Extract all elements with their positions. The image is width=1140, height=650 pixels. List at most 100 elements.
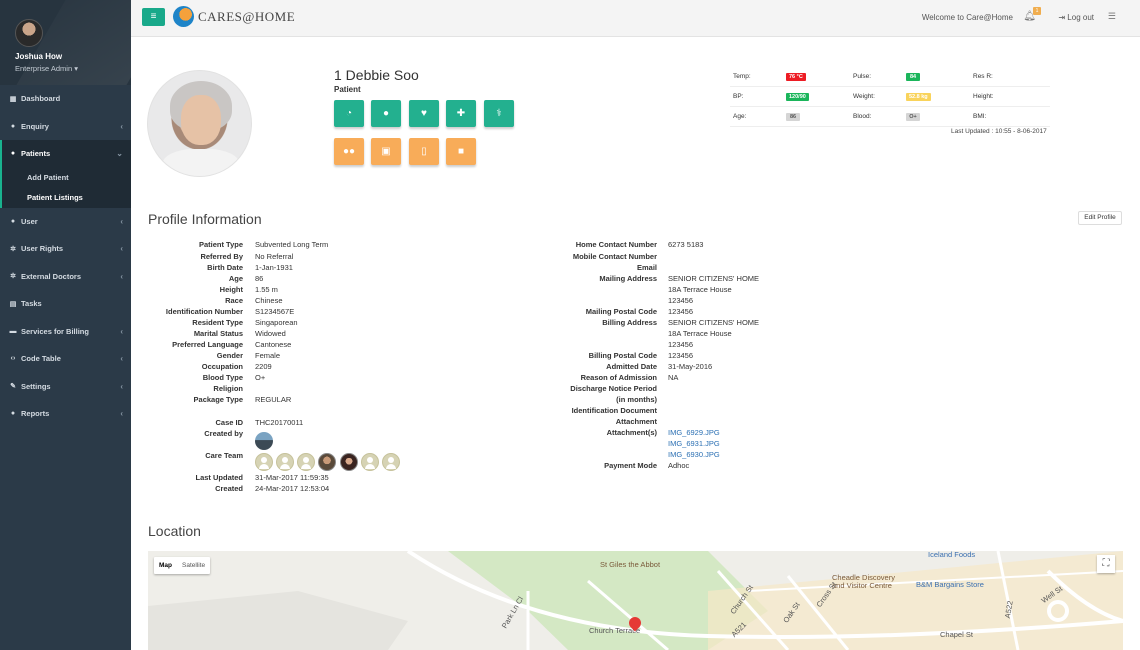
- edit-profile-button[interactable]: Edit Profile: [1078, 211, 1122, 225]
- chevron-left-icon: ‹: [120, 244, 123, 254]
- field-value: S1234567E: [255, 307, 295, 316]
- temp-label: Temp:: [733, 73, 751, 80]
- attachment-link[interactable]: IMG_6931.JPG: [668, 439, 720, 448]
- dashboard-icon: ▦: [9, 95, 17, 103]
- sidebar-subitem-add-patient[interactable]: Add Patient: [2, 168, 131, 188]
- field-value: Widowed: [255, 329, 286, 338]
- vitals-row: Temp: 76 °C Pulse: 84 Res R:: [730, 67, 1050, 87]
- field-value: Cantonese: [255, 340, 292, 349]
- settings-menu-icon[interactable]: ☰: [1108, 11, 1116, 22]
- age-badge: 86: [786, 112, 800, 121]
- field-label: Birth Date: [207, 263, 243, 272]
- sidebar-item-user[interactable]: ● User ‹: [0, 208, 131, 236]
- vitals-row: Age: 86 Blood: O+ BMI:: [730, 107, 1050, 127]
- enquiry-icon: ●: [10, 122, 16, 130]
- medical-kit-button[interactable]: ✚: [446, 100, 476, 127]
- field-label: Height: [219, 285, 243, 294]
- attachment-link[interactable]: IMG_6930.JPG: [668, 450, 720, 459]
- field-label: (in months): [616, 395, 657, 404]
- field-value: SENIOR CITIZENS' HOME: [668, 318, 760, 327]
- care-team-avatar[interactable]: [340, 453, 358, 471]
- field-label: Race: [225, 296, 243, 305]
- sidebar-item-patients[interactable]: ● Patients ⌄: [0, 140, 131, 168]
- avatar[interactable]: [15, 19, 43, 47]
- patients-icon: ●: [10, 150, 16, 158]
- pulse-label: Pulse:: [853, 73, 872, 80]
- heartbeat-icon: ♥: [421, 108, 427, 119]
- field-label: Billing Address: [602, 318, 657, 327]
- creator-avatar[interactable]: [255, 432, 273, 450]
- sidebar-item-enquiry[interactable]: ● Enquiry ‹: [0, 113, 131, 141]
- pulse-badge: 84: [906, 72, 920, 81]
- sidebar-item-code-table[interactable]: ‹› Code Table ‹: [0, 345, 131, 373]
- field-value: Chinese: [255, 296, 283, 305]
- fullscreen-icon[interactable]: ⛶: [1097, 555, 1115, 573]
- temp-badge: 76 °C: [786, 72, 806, 81]
- document-button[interactable]: ▯: [409, 138, 439, 165]
- chevron-left-icon: ‹: [120, 216, 123, 226]
- field-value: No Referral: [255, 252, 294, 261]
- care-team-avatar[interactable]: [255, 453, 273, 471]
- field-value: 123456: [668, 351, 694, 360]
- field-label: Gender: [216, 351, 243, 360]
- field-value: NA: [668, 373, 679, 382]
- field-value: 31-Mar-2017 11:59:35: [255, 473, 329, 482]
- welcome-text: Welcome to Care@Home: [921, 13, 1013, 22]
- chevron-left-icon: ‹: [120, 121, 123, 131]
- dashboard-button[interactable]: ◔: [334, 100, 364, 127]
- sidebar-item-tasks[interactable]: ▤ Tasks: [0, 290, 131, 318]
- app-logo[interactable]: CARES@HOME: [173, 6, 295, 27]
- care-team-avatar[interactable]: [382, 453, 400, 471]
- care-team-button[interactable]: ●●: [334, 138, 364, 165]
- vitals-button[interactable]: ♥: [409, 100, 439, 127]
- field-value: 123456: [668, 307, 694, 316]
- sidebar-item-user-rights[interactable]: ✲ User Rights ‹: [0, 235, 131, 263]
- gear-icon: ✲: [10, 245, 16, 253]
- patient-name: 1 Debbie Soo: [334, 67, 419, 83]
- stethoscope-button[interactable]: ⚕: [484, 100, 514, 127]
- chevron-left-icon: ‹: [120, 409, 123, 419]
- calendar-check-icon: ▣: [381, 146, 391, 157]
- location-section-title: Location: [148, 523, 201, 539]
- bp-badge: 120/90: [786, 92, 809, 101]
- field-label: Blood Type: [202, 373, 243, 382]
- field-label: Email: [636, 263, 657, 272]
- field-value: SENIOR CITIZENS' HOME: [668, 274, 760, 283]
- care-team-avatar[interactable]: [297, 453, 315, 471]
- care-team-avatar[interactable]: [361, 453, 379, 471]
- field-label: Discharge Notice Period: [570, 384, 657, 393]
- care-team-avatar[interactable]: [318, 453, 336, 471]
- profile-button[interactable]: ●: [371, 100, 401, 127]
- video-camera-icon: ■: [457, 146, 465, 157]
- patients-submenu: Add Patient Patient Listings: [0, 167, 131, 208]
- field-label: Age: [228, 274, 243, 283]
- vitals-panel: Temp: 76 °C Pulse: 84 Res R: BP: 120/90 Wei…: [730, 67, 1050, 127]
- map-label: B&M Bargains Store: [916, 580, 984, 589]
- video-call-button[interactable]: ■: [446, 138, 476, 165]
- user-role-dropdown[interactable]: Enterprise Admin ▾: [15, 64, 78, 73]
- sidebar-item-reports[interactable]: ● Reports ‹: [0, 400, 131, 428]
- field-value: Adhoc: [668, 461, 690, 470]
- field-label: Resident Type: [192, 318, 243, 327]
- blood-badge: O+: [906, 112, 920, 121]
- field-value: Female: [255, 351, 281, 360]
- calendar-button[interactable]: ▣: [371, 138, 401, 165]
- satellite-button[interactable]: Satellite: [177, 557, 210, 574]
- sidebar-subitem-patient-listings[interactable]: Patient Listings: [2, 188, 131, 208]
- chevron-down-icon: ⌄: [116, 149, 123, 159]
- field-label: Package Type: [193, 395, 243, 404]
- map-button[interactable]: Map: [154, 557, 177, 574]
- sidebar-item-settings[interactable]: ✎ Settings ‹: [0, 373, 131, 401]
- attachment-link[interactable]: IMG_6929.JPG: [668, 428, 720, 437]
- user-icon: ●: [10, 217, 16, 225]
- sidebar-item-external-doctors[interactable]: ✲ External Doctors ‹: [0, 263, 131, 291]
- sidebar-item-services-billing[interactable]: ▬ Services for Billing ‹: [0, 318, 131, 346]
- field-label: Payment Mode: [604, 461, 657, 470]
- hamburger-menu-button[interactable]: ≡: [142, 8, 165, 26]
- logout-link[interactable]: ⇥ Log out: [1058, 13, 1094, 22]
- map-label: and Visitor Centre: [832, 581, 892, 590]
- reports-icon: ●: [10, 410, 16, 418]
- care-team-avatar[interactable]: [276, 453, 294, 471]
- field-value: 1.55 m: [255, 285, 278, 294]
- sidebar-item-dashboard[interactable]: ▦ Dashboard: [0, 85, 131, 113]
